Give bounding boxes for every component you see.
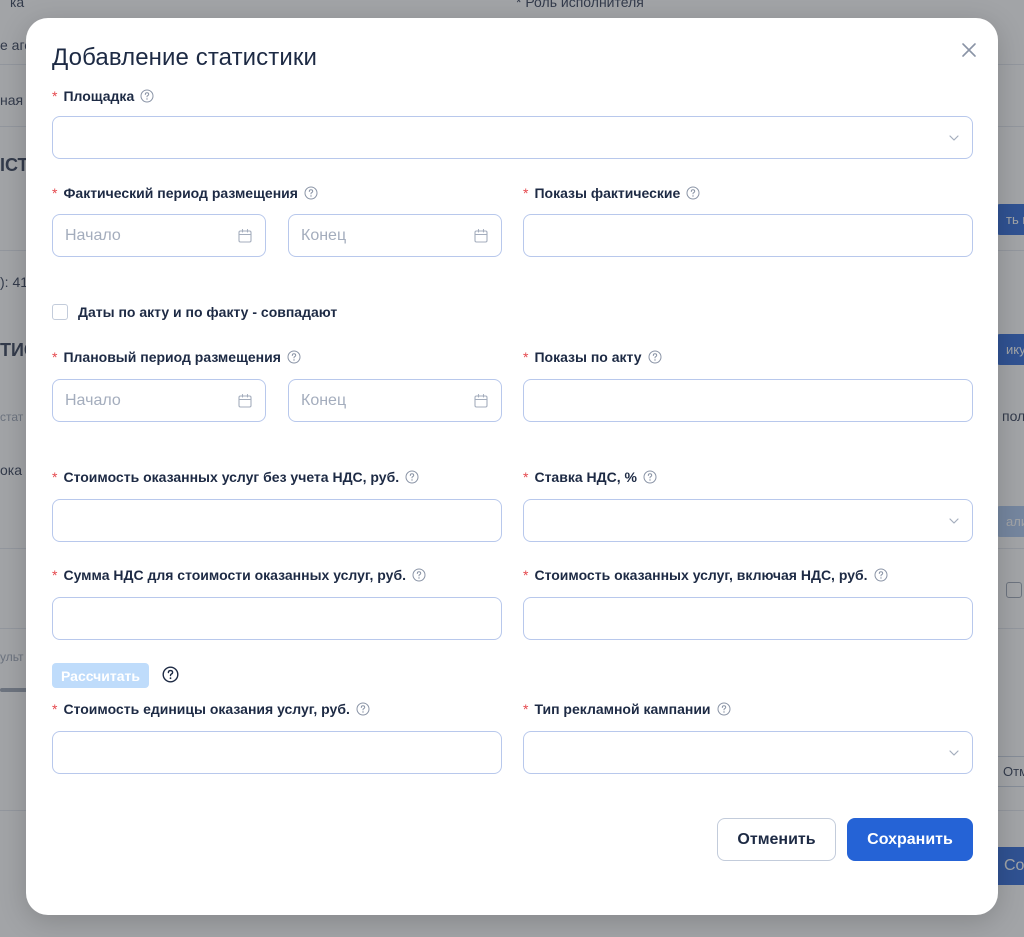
act-impressions-input[interactable] [523,379,973,422]
campaign-type-select[interactable] [523,731,973,774]
required-mark: * [523,349,529,365]
actual-impressions-label: * Показы фактические [523,185,700,201]
actual-period-end-input[interactable]: Конец [288,214,502,257]
close-icon[interactable] [959,40,979,60]
actual-period-start-input[interactable]: Начало [52,214,266,257]
start-placeholder: Начало [65,226,121,244]
unit-cost-input[interactable] [52,731,502,774]
required-mark: * [52,185,58,201]
platform-label: * Площадка [52,88,154,104]
act-impressions-label-text: Показы по акту [534,349,642,365]
cost-with-vat-input[interactable] [523,597,973,640]
help-icon[interactable] [356,702,370,716]
calculate-button[interactable]: Рассчитать [52,663,149,688]
required-mark: * [52,88,58,104]
help-icon[interactable] [405,470,419,484]
required-mark: * [52,469,58,485]
help-icon[interactable] [717,702,731,716]
required-mark: * [52,567,58,583]
cost-without-vat-label-text: Стоимость оказанных услуг без учета НДС,… [63,469,400,485]
calendar-icon [474,228,488,243]
end-placeholder: Конец [301,391,347,409]
actual-impressions-input[interactable] [523,214,973,257]
required-mark: * [52,349,58,365]
help-icon[interactable] [412,568,426,582]
unit-cost-label: * Стоимость единицы оказания услуг, руб. [52,701,370,717]
required-mark: * [523,567,529,583]
required-mark: * [52,701,58,717]
required-mark: * [523,185,529,201]
campaign-type-label-text: Тип рекламной кампании [534,701,711,717]
cost-with-vat-label: * Стоимость оказанных услуг, включая НДС… [523,567,888,583]
help-icon[interactable] [686,186,700,200]
calendar-icon [238,393,252,408]
chevron-down-icon [949,135,959,141]
dates-match-checkbox[interactable] [52,304,68,320]
help-icon[interactable] [648,350,662,364]
planned-period-label-text: Плановый период размещения [63,349,281,365]
chevron-down-icon [949,518,959,524]
vat-amount-label: * Сумма НДС для стоимости оказанных услу… [52,567,426,583]
vat-rate-label-text: Ставка НДС, % [534,469,637,485]
unit-cost-label-text: Стоимость единицы оказания услуг, руб. [63,701,350,717]
platform-label-text: Площадка [63,88,135,104]
vat-amount-input[interactable] [52,597,502,640]
chevron-down-icon [949,750,959,756]
start-placeholder: Начало [65,391,121,409]
modal-title: Добавление статистики [52,44,317,71]
help-icon[interactable] [643,470,657,484]
actual-period-label: * Фактический период размещения [52,185,318,201]
required-mark: * [523,701,529,717]
end-placeholder: Конец [301,226,347,244]
cancel-button[interactable]: Отменить [717,818,836,861]
dates-match-label[interactable]: Даты по акту и по факту - совпадают [78,304,337,320]
add-statistics-modal: Добавление статистики * Площадка * Факти… [26,18,998,915]
planned-period-label: * Плановый период размещения [52,349,301,365]
planned-period-end-input[interactable]: Конец [288,379,502,422]
help-icon[interactable] [304,186,318,200]
vat-rate-label: * Ставка НДС, % [523,469,657,485]
actual-impressions-label-text: Показы фактические [534,185,681,201]
platform-select[interactable] [52,116,973,159]
planned-period-start-input[interactable]: Начало [52,379,266,422]
help-icon[interactable] [287,350,301,364]
required-mark: * [523,469,529,485]
calendar-icon [238,228,252,243]
cost-without-vat-label: * Стоимость оказанных услуг без учета НД… [52,469,419,485]
act-impressions-label: * Показы по акту [523,349,662,365]
help-icon[interactable] [162,666,179,683]
cost-with-vat-label-text: Стоимость оказанных услуг, включая НДС, … [534,567,868,583]
help-icon[interactable] [874,568,888,582]
save-button[interactable]: Сохранить [847,818,973,861]
help-icon[interactable] [140,89,154,103]
actual-period-label-text: Фактический период размещения [63,185,298,201]
vat-rate-select[interactable] [523,499,973,542]
cost-without-vat-input[interactable] [52,499,502,542]
vat-amount-label-text: Сумма НДС для стоимости оказанных услуг,… [63,567,406,583]
dates-match-row: Даты по акту и по факту - совпадают [52,304,337,320]
campaign-type-label: * Тип рекламной кампании [523,701,731,717]
calendar-icon [474,393,488,408]
